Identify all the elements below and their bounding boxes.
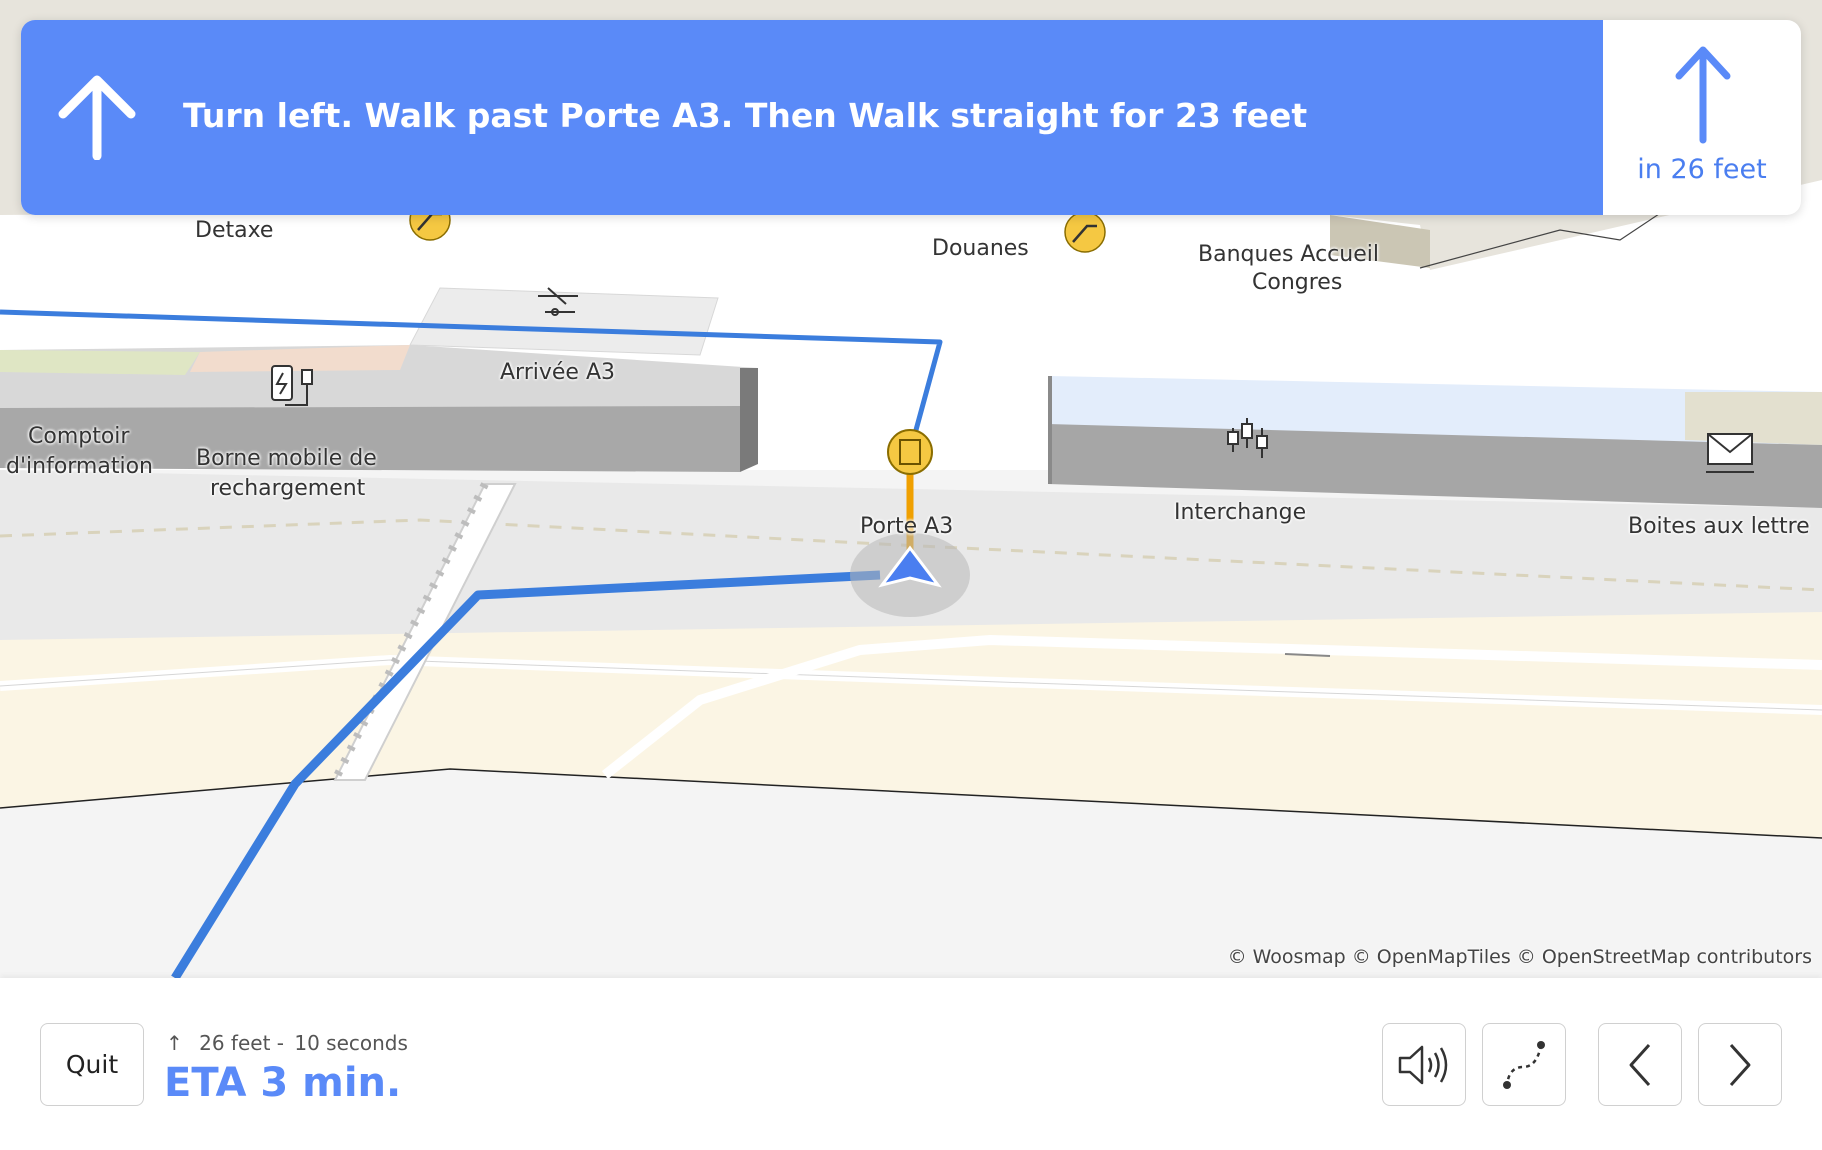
step-arrow-icon: ↑ [166, 1031, 183, 1055]
sound-button[interactable] [1382, 1023, 1466, 1106]
map-label-banques[interactable]: Banques Accueil [1198, 240, 1379, 270]
eta-text: ETA 3 min. [164, 1060, 402, 1106]
step-summary: ↑ 26 feet - 10 seconds [166, 1031, 408, 1055]
instruction-banner: Turn left. Walk past Porte A3. Then Walk… [21, 20, 1801, 215]
map-label-congres[interactable]: Congres [1252, 268, 1342, 298]
route-icon [1503, 1040, 1545, 1089]
map-label-interchange[interactable]: Interchange [1174, 498, 1306, 528]
instruction-text: Turn left. Walk past Porte A3. Then Walk… [183, 96, 1308, 135]
next-step-button[interactable] [1698, 1023, 1782, 1106]
current-instruction: Turn left. Walk past Porte A3. Then Walk… [21, 20, 1603, 215]
map-label-douanes[interactable]: Douanes [932, 234, 1029, 264]
speaker-icon [1398, 1045, 1448, 1084]
quit-button[interactable]: Quit [40, 1023, 144, 1106]
map-label-boites[interactable]: Boites aux lettre [1628, 512, 1810, 542]
arrow-up-icon [58, 75, 136, 160]
map-label-comptoir-line1[interactable]: Comptoir [28, 422, 129, 452]
next-distance: in 26 feet [1637, 154, 1767, 185]
map-label-porte-a3[interactable]: Porte A3 [860, 512, 953, 542]
navigation-footer: Quit ↑ 26 feet - 10 seconds ETA 3 min. [0, 978, 1822, 1150]
chevron-left-icon [1629, 1043, 1651, 1086]
route-overview-button[interactable] [1482, 1023, 1566, 1106]
arrow-up-icon [1675, 46, 1731, 144]
step-time: 10 seconds [294, 1031, 408, 1055]
previous-step-button[interactable] [1598, 1023, 1682, 1106]
map-label-borne-line2[interactable]: rechargement [210, 474, 365, 504]
next-instruction: in 26 feet [1603, 20, 1801, 215]
map-label-comptoir-line2[interactable]: d'information [6, 452, 153, 482]
map-attribution[interactable]: © Woosmap © OpenMapTiles © OpenStreetMap… [1228, 946, 1812, 968]
step-distance: 26 feet - [199, 1031, 284, 1055]
chevron-right-icon [1729, 1043, 1751, 1086]
map-label-borne-line1[interactable]: Borne mobile de [196, 444, 377, 474]
map-label-arrivee[interactable]: Arrivée A3 [500, 358, 615, 388]
map-label-detaxe[interactable]: Detaxe [195, 216, 273, 246]
